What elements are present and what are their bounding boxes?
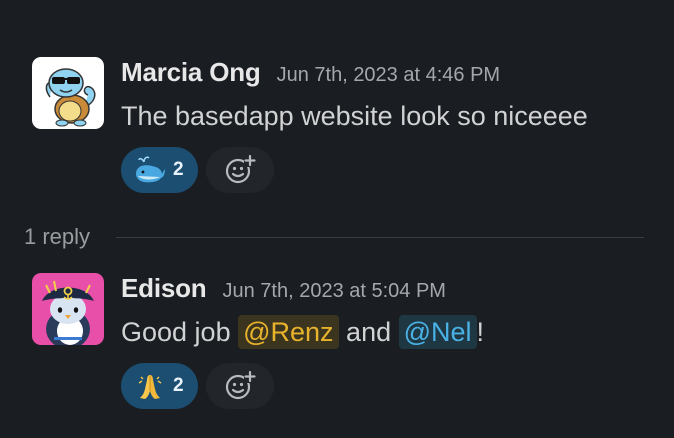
divider-line [116, 236, 644, 238]
squirtle-sunglasses-icon [32, 57, 104, 129]
message-text: Good job @Renz and @Nel! [121, 314, 652, 350]
author-name[interactable]: Edison [121, 273, 207, 304]
whale-icon [133, 155, 167, 185]
avatar[interactable] [32, 273, 104, 345]
text-segment: and [338, 317, 399, 347]
reaction-pill[interactable]: 2 [121, 147, 198, 193]
add-reaction-button[interactable] [205, 363, 274, 409]
avatar[interactable] [32, 57, 104, 129]
thread-divider: 1 reply [24, 222, 644, 252]
reaction-count: 2 [173, 375, 184, 396]
add-emoji-icon [225, 370, 256, 400]
timestamp[interactable]: Jun 7th, 2023 at 5:04 PM [222, 280, 446, 303]
reaction-count: 2 [173, 159, 184, 180]
reaction-pill[interactable]: 2 [121, 363, 198, 409]
message-header: Marcia Ong Jun 7th, 2023 at 4:46 PM [121, 57, 652, 91]
folded-hands-icon [133, 371, 167, 401]
message-text: The basedapp website look so niceeee [121, 101, 588, 131]
mention-renz[interactable]: @Renz [238, 315, 339, 349]
message-body: Marcia Ong Jun 7th, 2023 at 4:46 PM The … [121, 57, 652, 193]
text-segment: ! [476, 317, 485, 347]
reply-count-link[interactable]: 1 reply [24, 224, 90, 250]
add-emoji-icon [225, 154, 256, 184]
reactions-bar: 2 [121, 147, 652, 193]
pirate-penguin-icon [32, 273, 104, 345]
add-reaction-button[interactable] [205, 147, 274, 193]
timestamp[interactable]: Jun 7th, 2023 at 4:46 PM [277, 64, 501, 87]
mention-nel[interactable]: @Nel [398, 315, 477, 349]
reactions-bar: 2 [121, 363, 652, 409]
author-name[interactable]: Marcia Ong [121, 57, 261, 88]
message-header: Edison Jun 7th, 2023 at 5:04 PM [121, 273, 652, 307]
text-segment: Good job [121, 317, 239, 347]
message-body: Edison Jun 7th, 2023 at 5:04 PM Good job… [121, 273, 652, 409]
